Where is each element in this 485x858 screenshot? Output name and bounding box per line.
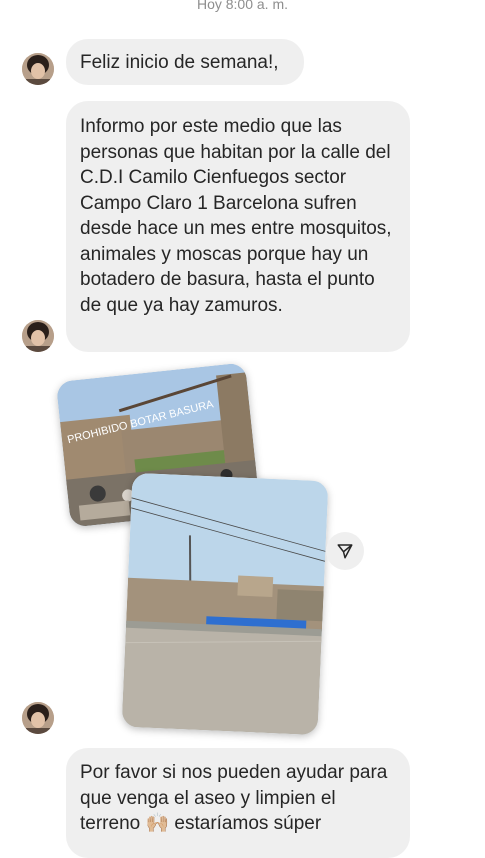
message-text: Feliz inicio de semana!, [80,52,279,73]
message-bubble[interactable]: Informo por este medio que las personas … [66,101,410,352]
avatar-image [22,320,54,352]
avatar-image [22,53,54,85]
message-bubble[interactable]: Por favor si nos pueden ayudar para que … [66,748,410,858]
message-bubble[interactable]: Feliz inicio de semana!, [66,39,304,85]
avatar-image [22,702,54,734]
street-view-image [121,472,329,736]
message-text: Por favor si nos pueden ayudar para que … [80,762,388,834]
message-timestamp: Hoy 8:00 a. m. [196,0,289,12]
photo-street-view[interactable] [121,472,329,736]
sender-avatar[interactable] [22,53,54,85]
share-button[interactable] [326,532,364,570]
sender-avatar[interactable] [22,702,54,734]
send-icon [337,544,353,559]
message-text: Informo por este medio que las personas … [80,116,392,316]
sender-avatar[interactable] [22,320,54,352]
